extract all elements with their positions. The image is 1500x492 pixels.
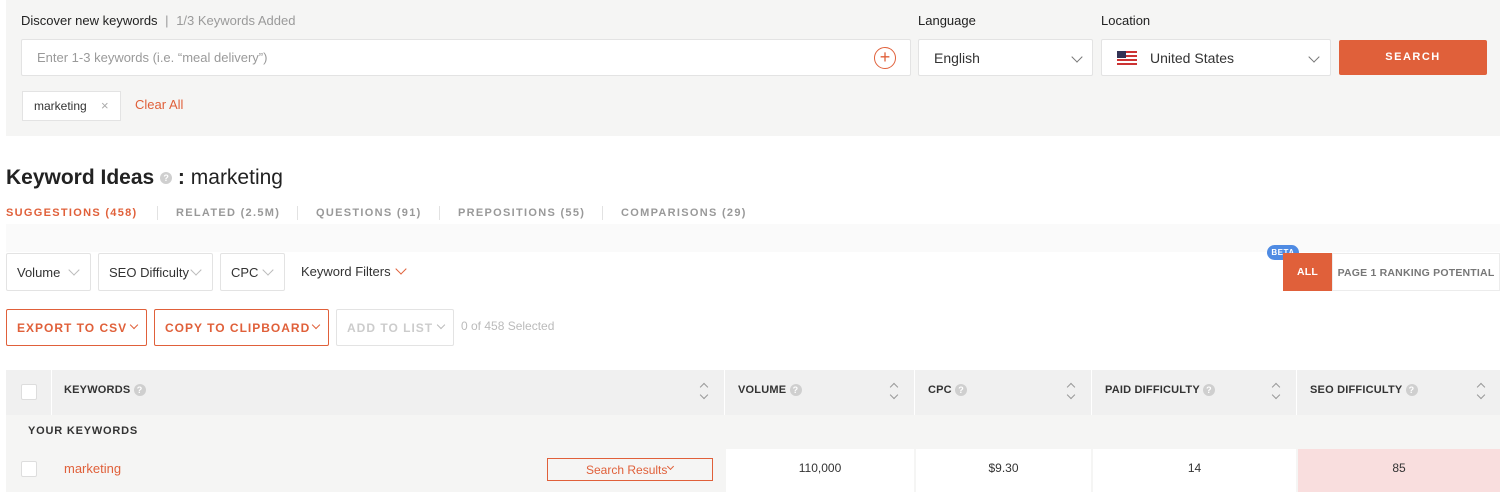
discover-label-text: Discover new keywords <box>21 13 158 28</box>
help-icon[interactable]: ? <box>1202 384 1215 397</box>
chevron-down-icon <box>1308 51 1320 63</box>
column-header-seo-difficulty-label: SEO DIFFICULTY <box>1310 384 1403 396</box>
language-label: Language <box>918 13 976 28</box>
column-divider <box>724 370 725 415</box>
copy-to-clipboard-label: COPY TO CLIPBOARD <box>165 321 311 335</box>
keywords-added-count: 1/3 Keywords Added <box>176 13 296 28</box>
tab-prepositions[interactable]: PREPOSITIONS (55) <box>458 207 585 219</box>
seo-difficulty-value: 85 <box>1392 461 1406 475</box>
keyword-link[interactable]: marketing <box>64 461 121 476</box>
selected-count: 0 of 458 Selected <box>461 319 555 333</box>
column-divider <box>51 370 52 415</box>
help-icon[interactable]: ? <box>955 384 968 397</box>
tab-divider <box>297 206 298 220</box>
column-divider <box>1091 370 1092 415</box>
select-all-checkbox[interactable] <box>21 384 37 400</box>
cpc-filter-label: CPC <box>231 265 259 280</box>
tab-divider <box>602 206 603 220</box>
language-select[interactable]: English <box>918 39 1093 76</box>
add-to-list-label: ADD TO LIST <box>347 321 434 335</box>
column-header-volume-label: VOLUME <box>738 384 787 396</box>
language-value: English <box>934 50 980 66</box>
tab-divider <box>439 206 440 220</box>
page-title: Keyword Ideas ? : marketing <box>6 166 283 190</box>
group-header: YOUR KEYWORDS <box>6 415 1500 449</box>
volume-filter[interactable]: Volume <box>6 253 91 291</box>
sort-icon[interactable] <box>889 381 899 401</box>
chevron-down-icon <box>129 320 139 330</box>
tab-suggestions[interactable]: SUGGESTIONS (458) <box>6 207 138 219</box>
cpc-value: $9.30 <box>988 461 1019 475</box>
sort-icon[interactable] <box>1271 381 1281 401</box>
sort-icon[interactable] <box>699 381 709 401</box>
export-csv-button[interactable]: EXPORT TO CSV <box>6 309 147 346</box>
clear-all-link[interactable]: Clear All <box>135 97 183 112</box>
column-header-volume[interactable]: VOLUME ? <box>738 384 802 397</box>
row-checkbox[interactable] <box>21 461 37 477</box>
help-icon[interactable]: ? <box>133 384 146 397</box>
column-header-paid-difficulty[interactable]: PAID DIFFICULTY ? <box>1105 384 1215 397</box>
label-divider: | <box>165 13 169 28</box>
keyword-filters-dropdown[interactable]: Keyword Filters <box>301 264 391 279</box>
export-csv-label: EXPORT TO CSV <box>17 321 128 335</box>
help-icon[interactable]: ? <box>789 384 802 397</box>
column-divider <box>1296 370 1297 415</box>
keyword-input-placeholder: Enter 1-3 keywords (i.e. “meal delivery”… <box>37 50 268 65</box>
help-icon[interactable]: ? <box>1405 384 1418 397</box>
volume-filter-label: Volume <box>17 265 61 280</box>
add-to-list-button[interactable]: ADD TO LIST <box>336 309 454 346</box>
tab-questions[interactable]: QUESTIONS (91) <box>316 207 422 219</box>
search-results-button[interactable]: Search Results <box>547 458 713 481</box>
location-value: United States <box>1150 50 1235 66</box>
cpc-filter[interactable]: CPC <box>220 253 285 291</box>
chevron-down-icon <box>666 462 675 471</box>
location-label: Location <box>1101 13 1151 28</box>
seo-difficulty-filter-label: SEO Difficulty <box>109 265 189 280</box>
us-flag-icon <box>1117 51 1137 65</box>
chevron-down-icon <box>436 320 446 330</box>
sort-icon[interactable] <box>1476 381 1486 401</box>
chevron-down-icon <box>190 264 202 276</box>
title-separator: : <box>177 166 185 189</box>
add-keyword-icon[interactable]: + <box>874 47 896 69</box>
segment-page1-ranking-potential[interactable]: PAGE 1 RANKING POTENTIAL <box>1332 253 1500 291</box>
tab-related[interactable]: RELATED (2.5M) <box>176 207 280 219</box>
title-keyword: marketing <box>190 166 283 189</box>
copy-to-clipboard-button[interactable]: COPY TO CLIPBOARD <box>154 309 329 346</box>
remove-chip-icon[interactable]: × <box>101 98 109 113</box>
keyword-filters-label: Keyword Filters <box>301 264 391 279</box>
chevron-down-icon <box>1071 51 1083 63</box>
search-results-label: Search Results <box>586 463 668 477</box>
chevron-down-icon <box>262 264 274 276</box>
keyword-input[interactable]: Enter 1-3 keywords (i.e. “meal delivery”… <box>21 39 911 76</box>
keyword-chip-label: marketing <box>34 99 87 113</box>
chevron-down-icon <box>311 320 321 330</box>
seo-difficulty-filter[interactable]: SEO Difficulty <box>98 253 213 291</box>
page-title-text: Keyword Ideas <box>6 166 155 189</box>
column-header-keywords-label: KEYWORDS <box>64 384 131 396</box>
search-button[interactable]: SEARCH <box>1339 40 1487 75</box>
help-icon[interactable]: ? <box>160 172 173 185</box>
segment-all[interactable]: ALL <box>1283 253 1332 291</box>
column-header-cpc-label: CPC <box>928 384 952 396</box>
column-header-keywords[interactable]: KEYWORDS ? <box>64 384 146 397</box>
discover-label: Discover new keywords | 1/3 Keywords Add… <box>21 13 295 28</box>
paid-difficulty-value: 14 <box>1187 461 1202 475</box>
location-select[interactable]: United States <box>1101 39 1331 76</box>
sort-icon[interactable] <box>1066 381 1076 401</box>
volume-value: 110,000 <box>798 461 842 475</box>
column-header-cpc[interactable]: CPC ? <box>928 384 968 397</box>
column-header-paid-difficulty-label: PAID DIFFICULTY <box>1105 384 1200 396</box>
tab-divider <box>157 206 158 220</box>
group-header-label: YOUR KEYWORDS <box>28 425 139 437</box>
chevron-down-icon <box>68 264 80 276</box>
tab-comparisons[interactable]: COMPARISONS (29) <box>621 207 747 219</box>
column-header-seo-difficulty[interactable]: SEO DIFFICULTY ? <box>1310 384 1418 397</box>
keyword-chip: marketing × <box>22 91 121 121</box>
column-divider <box>914 370 915 415</box>
